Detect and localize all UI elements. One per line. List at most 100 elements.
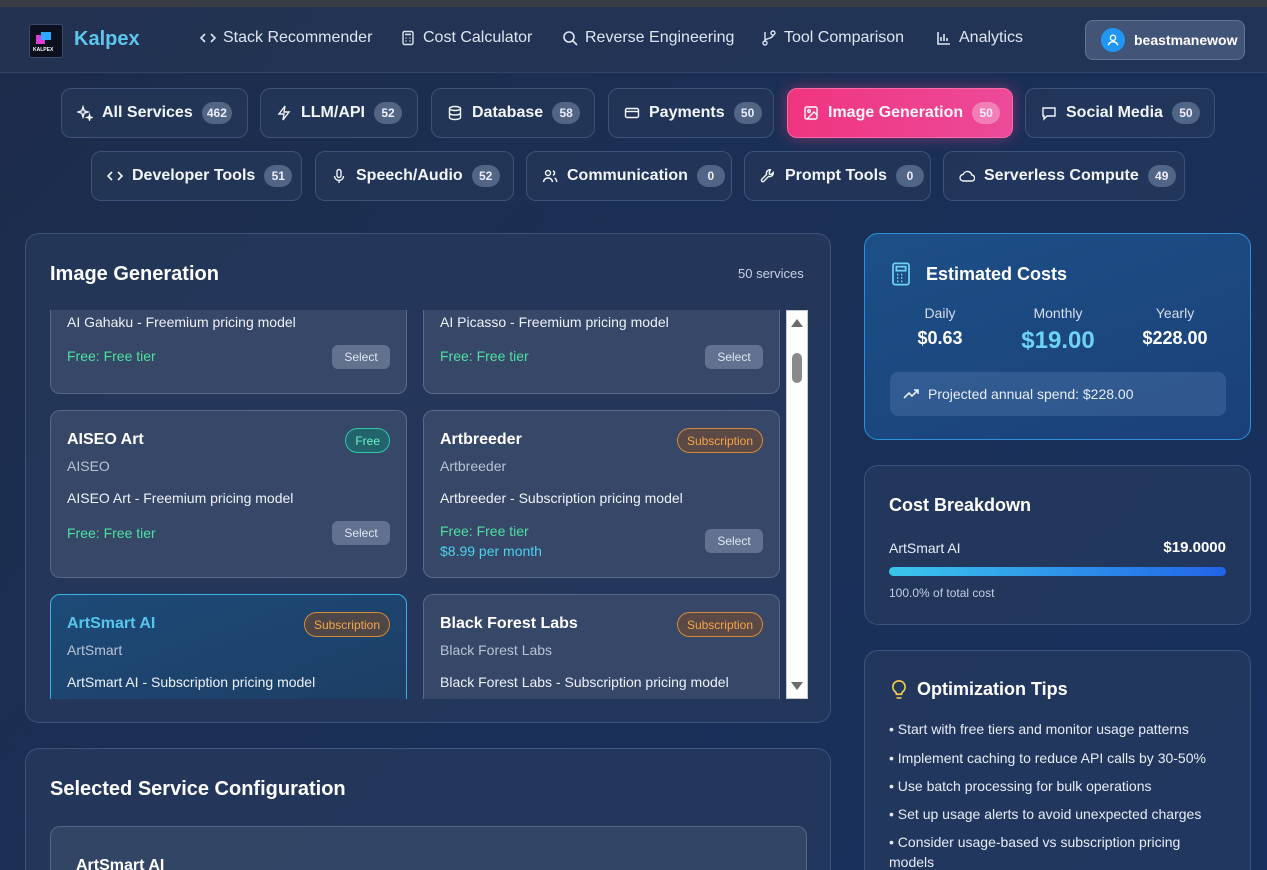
message-icon (1042, 107, 1056, 121)
bar-chart-icon (937, 32, 950, 45)
code-icon (200, 33, 216, 43)
users-icon (542, 169, 558, 183)
pricing-badge: Subscription (303, 612, 390, 637)
tip-item: • Start with free tiers and monitor usag… (889, 721, 1189, 737)
category-label: Developer Tools (132, 167, 256, 184)
category-count: 0 (895, 165, 924, 187)
estimated-costs-panel: Estimated Costs Daily $0.63 Monthly $19.… (864, 233, 1251, 440)
category-count: 52 (471, 165, 500, 187)
nav-analytics[interactable]: Analytics (936, 29, 1023, 47)
scroll-down-arrow-icon[interactable] (791, 682, 803, 690)
tip-item: • Implement caching to reduce API calls … (889, 750, 1206, 766)
yearly-cost: $228.00 (1142, 328, 1208, 348)
category-serverless-compute[interactable]: Serverless Compute 49 (943, 151, 1185, 201)
category-count: 51 (264, 165, 293, 187)
breakdown-item-amount: $19.0000 (1163, 539, 1226, 556)
top-navbar: KALPEX Kalpex Stack Recommender Cost Cal… (0, 7, 1267, 73)
category-label: LLM/API (301, 104, 365, 121)
category-count: 50 (972, 102, 1001, 124)
git-branch-icon (762, 30, 776, 46)
category-speech-audio[interactable]: Speech/Audio 52 (315, 151, 514, 201)
service-card-ai-picasso[interactable]: AI Picasso - Freemium pricing model Free… (423, 310, 780, 394)
nav-label: Analytics (959, 29, 1024, 46)
credit-card-icon (624, 107, 640, 119)
trending-up-icon (903, 389, 919, 399)
category-label: Prompt Tools (785, 167, 887, 184)
projected-spend-text: Projected annual spend: $228.00 (928, 386, 1134, 402)
service-provider: ArtSmart (67, 642, 123, 658)
kalpex-logo[interactable]: KALPEX (29, 24, 63, 58)
image-icon (804, 106, 818, 120)
search-icon (563, 31, 578, 46)
configuration-title: Selected Service Configuration (50, 778, 346, 800)
optimization-tips-title: Optimization Tips (917, 679, 1068, 699)
service-free-tier: Free: Free tier (67, 348, 156, 364)
tip-item: • Use batch processing for bulk operatio… (889, 778, 1152, 794)
services-scrollbar[interactable] (786, 310, 808, 699)
category-image-generation[interactable]: Image Generation 50 (787, 88, 1013, 138)
projected-spend: Projected annual spend: $228.00 (890, 372, 1226, 416)
nav-tool-comparison[interactable]: Tool Comparison (761, 29, 904, 47)
category-all-services[interactable]: All Services 462 (61, 88, 248, 138)
select-button[interactable]: Select (332, 521, 390, 545)
category-developer-tools[interactable]: Developer Tools 51 (91, 151, 302, 201)
cloud-icon (959, 170, 975, 182)
service-name: Artbreeder (440, 431, 522, 448)
service-description: ArtSmart AI - Subscription pricing model (67, 674, 316, 690)
pricing-badge: Subscription (676, 428, 763, 453)
category-communication[interactable]: Communication 0 (526, 151, 732, 201)
nav-cost-calculator[interactable]: Cost Calculator (400, 29, 532, 47)
microphone-icon (333, 168, 345, 183)
nav-label: Stack Recommender (223, 29, 373, 46)
estimated-costs-title: Estimated Costs (926, 264, 1068, 284)
breakdown-progress-bar (889, 567, 1226, 576)
service-card-artbreeder[interactable]: Artbreeder Subscription Artbreeder Artbr… (423, 410, 780, 578)
service-name: Black Forest Labs (440, 615, 578, 632)
daily-label: Daily (924, 305, 956, 321)
category-llm-api[interactable]: LLM/API 52 (260, 88, 418, 138)
select-button[interactable]: Select (332, 345, 390, 369)
service-name: AISEO Art (67, 431, 144, 448)
category-label: Image Generation (828, 104, 964, 121)
user-menu-button[interactable]: beastmanewow (1085, 20, 1245, 60)
select-button[interactable]: Select (705, 529, 763, 553)
brand-name[interactable]: Kalpex (74, 28, 140, 51)
pricing-badge: Subscription (676, 612, 763, 637)
service-free-tier: Free: Free tier (440, 348, 529, 364)
nav-stack-recommender[interactable]: Stack Recommender (200, 29, 372, 47)
service-card-aiseo-art[interactable]: AISEO Art Free AISEO AISEO Art - Freemiu… (50, 410, 407, 578)
window-top-edge (0, 0, 1267, 7)
category-payments[interactable]: Payments 50 (608, 88, 774, 138)
services-list[interactable]: AI Gahaku - Freemium pricing model Free:… (50, 310, 786, 699)
service-provider: Artbreeder (440, 458, 507, 474)
category-count: 49 (1147, 165, 1176, 187)
scroll-up-arrow-icon[interactable] (791, 319, 803, 327)
select-button[interactable]: Select (705, 345, 763, 369)
configured-service-name: ArtSmart AI (76, 857, 165, 870)
category-label: Communication (567, 167, 688, 184)
nav-label: Reverse Engineering (585, 29, 735, 46)
code-icon (107, 171, 123, 181)
category-prompt-tools[interactable]: Prompt Tools 0 (744, 151, 931, 201)
calculator-icon (892, 262, 910, 286)
cost-breakdown-title: Cost Breakdown (889, 495, 1032, 515)
service-description: Black Forest Labs - Subscription pricing… (440, 674, 729, 690)
wrench-icon (760, 169, 774, 183)
zap-icon (277, 105, 291, 121)
category-social-media[interactable]: Social Media 50 (1025, 88, 1215, 138)
service-description: AI Gahaku - Freemium pricing model (67, 314, 296, 330)
services-title: Image Generation (50, 263, 219, 285)
category-database[interactable]: Database 58 (431, 88, 595, 138)
service-description: Artbreeder - Subscription pricing model (440, 490, 683, 506)
category-count: 50 (1171, 102, 1200, 124)
service-description: AI Picasso - Freemium pricing model (440, 314, 669, 330)
scrollbar-thumb[interactable] (792, 353, 802, 383)
service-card-artsmart-ai[interactable]: ArtSmart AI Subscription ArtSmart ArtSma… (50, 594, 407, 699)
category-label: Social Media (1066, 104, 1163, 121)
lightbulb-icon (892, 679, 906, 699)
service-card-ai-gahaku[interactable]: AI Gahaku - Freemium pricing model Free:… (50, 310, 407, 394)
nav-label: Cost Calculator (423, 29, 533, 46)
nav-reverse-engineering[interactable]: Reverse Engineering (562, 29, 734, 47)
service-card-black-forest-labs[interactable]: Black Forest Labs Subscription Black For… (423, 594, 780, 699)
monthly-cost: $19.00 (1021, 327, 1095, 354)
